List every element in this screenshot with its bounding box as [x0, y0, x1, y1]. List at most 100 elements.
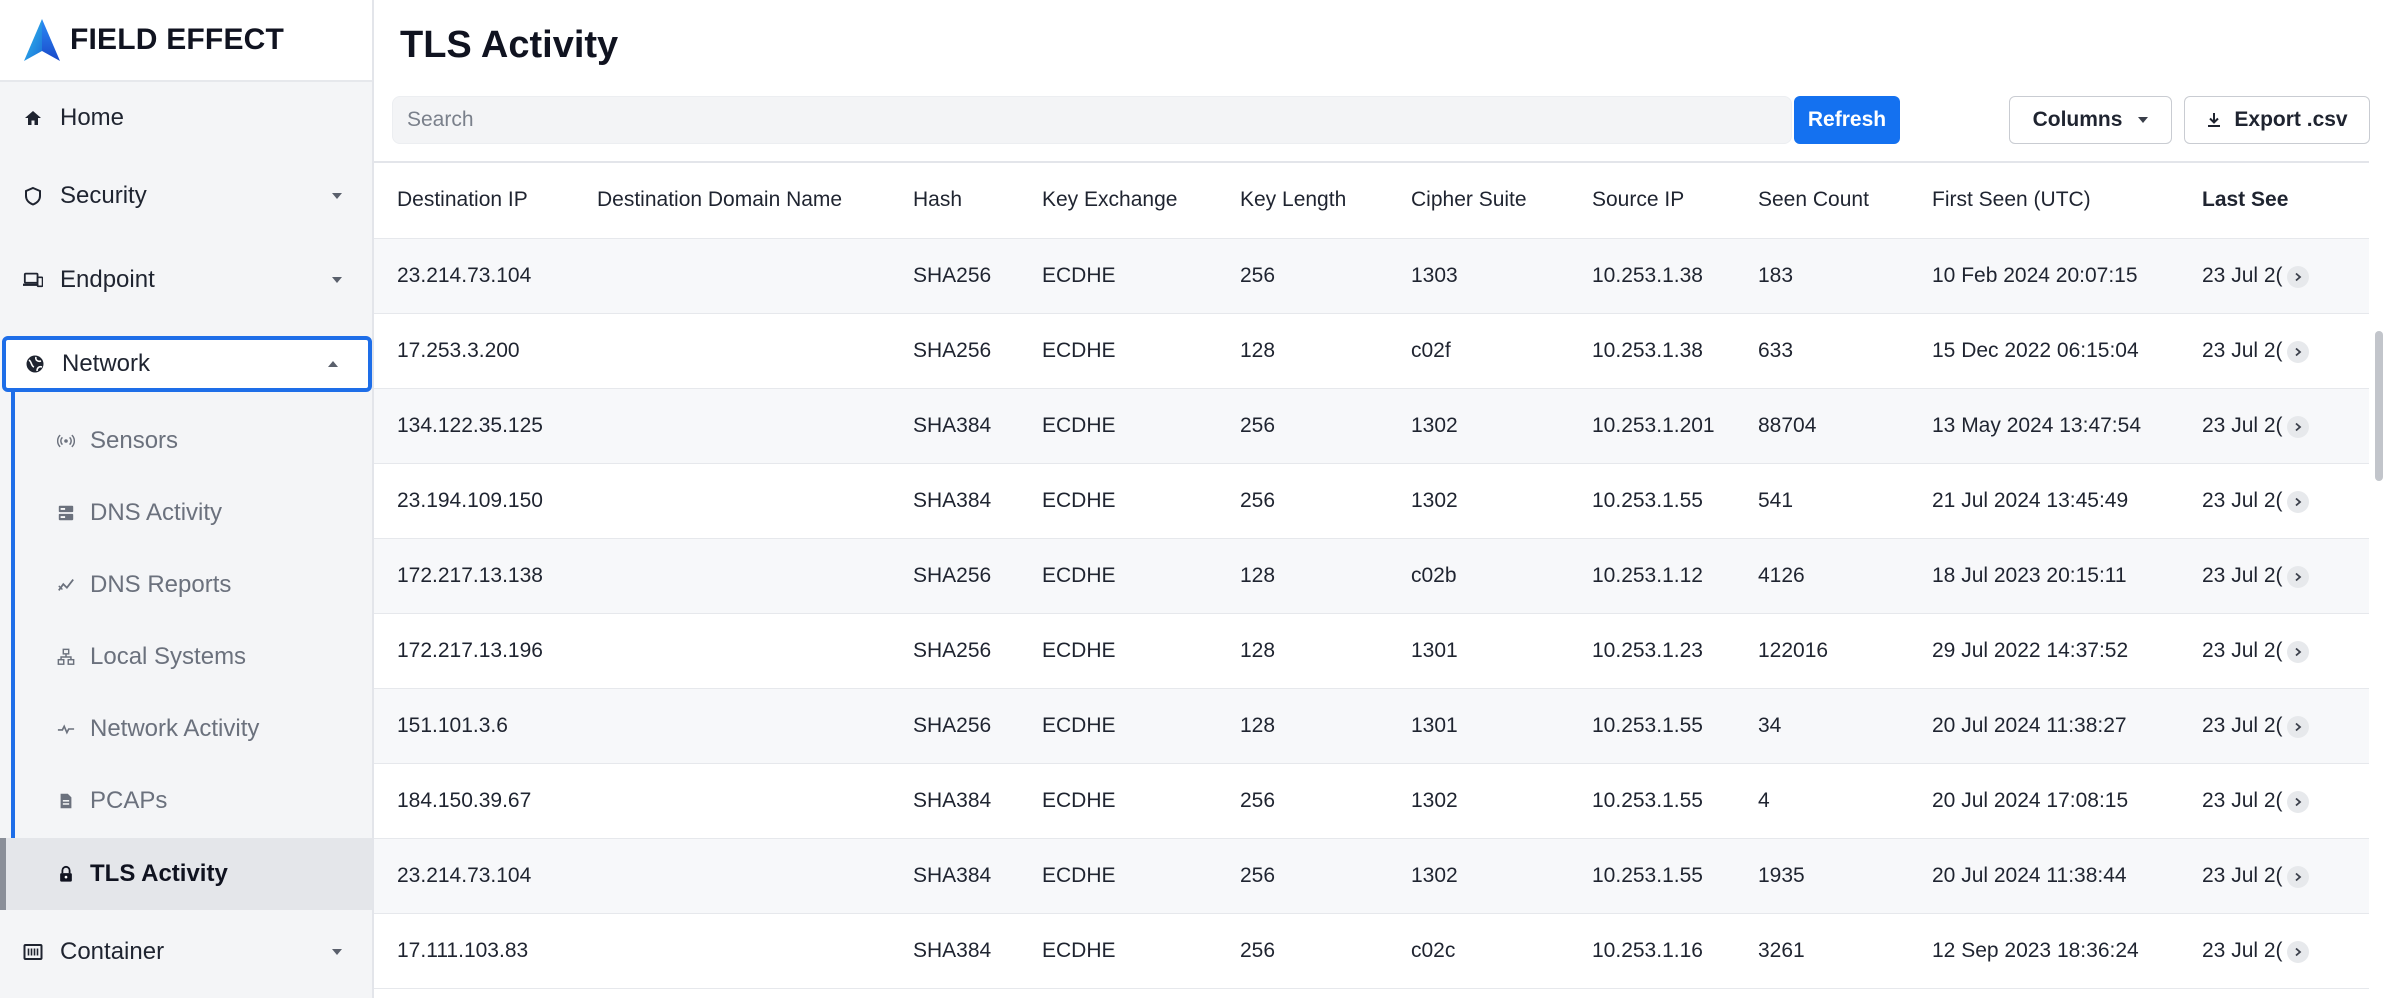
sidebar-item-tls-activity[interactable]: TLS Activity — [0, 838, 372, 910]
table-cell: 134.122.35.125 — [374, 388, 574, 464]
table-row[interactable]: 184.150.39.67 SHA384 ECDHE 256 1302 10.253.1.… — [374, 763, 2369, 839]
table-cell: SHA256 — [890, 313, 1019, 389]
refresh-button[interactable]: Refresh — [1794, 96, 1900, 144]
table-cell: 172.217.13.138 — [374, 538, 574, 614]
table-cell: 21 Jul 2024 13:45:49 — [1909, 463, 2179, 539]
table-cell: 1935 — [1735, 838, 1909, 914]
brand-logo[interactable]: FIELD EFFECT — [0, 0, 372, 82]
chevron-right-icon[interactable] — [2287, 940, 2309, 963]
table-cell: 23 Jul 2( — [2179, 538, 2369, 614]
table-row[interactable]: 172.217.13.138 SHA256 ECDHE 128 c02b 10.253.1… — [374, 538, 2369, 614]
table-row[interactable]: 134.122.35.125 SHA384 ECDHE 256 1302 10.253.1… — [374, 388, 2369, 464]
table-cell: 23 Jul 2( — [2179, 913, 2369, 989]
container-icon — [22, 941, 44, 963]
table-cell: ECDHE — [1019, 613, 1217, 689]
table-cell: 172.217.13.196 — [374, 613, 574, 689]
chevron-right-icon[interactable] — [2287, 565, 2309, 588]
column-header[interactable]: First Seen (UTC) — [1909, 163, 2179, 239]
column-header[interactable]: Key Length — [1217, 163, 1388, 239]
column-header[interactable]: Cipher Suite — [1388, 163, 1569, 239]
sidebar-item-dns-activity[interactable]: DNS Activity — [0, 484, 372, 542]
cell-text: 23 Jul 2( — [2202, 413, 2283, 437]
chevron-right-icon[interactable] — [2287, 340, 2309, 363]
sidebar-item-sensors[interactable]: Sensors — [0, 412, 372, 470]
tls-activity-table: Destination IP Destination Domain Name H… — [374, 161, 2369, 998]
table-cell: 10.253.1.55 — [1569, 463, 1735, 539]
table-cell: c02b — [1388, 538, 1569, 614]
chevron-right-icon[interactable] — [2287, 265, 2309, 288]
columns-button[interactable]: Columns — [2009, 96, 2172, 144]
table-cell: 20 Jul 2024 11:38:44 — [1909, 838, 2179, 914]
sidebar-item-network-activity[interactable]: Network Activity — [0, 700, 372, 758]
chevron-right-icon[interactable] — [2287, 490, 2309, 513]
table-cell: 10.253.1.23 — [1569, 613, 1735, 689]
search-input[interactable] — [392, 96, 1792, 144]
table-row[interactable]: 23.214.73.104 SHA384 ECDHE 256 1302 10.253.1.… — [374, 838, 2369, 914]
chevron-right-icon[interactable] — [2287, 415, 2309, 438]
column-header[interactable]: Key Exchange — [1019, 163, 1217, 239]
column-header-sorted[interactable]: Last See — [2179, 163, 2369, 239]
table-cell: 88704 — [1735, 388, 1909, 464]
chevron-right-icon[interactable] — [2287, 865, 2309, 888]
table-cell: SHA256 — [890, 688, 1019, 764]
vertical-scrollbar[interactable] — [2369, 161, 2387, 998]
table-cell: 23.214.73.104 — [374, 238, 574, 314]
table-cell: 10.253.1.201 — [1569, 388, 1735, 464]
sidebar-item-local-systems[interactable]: Local Systems — [0, 628, 372, 686]
sidebar-item-label: Security — [60, 182, 147, 209]
columns-button-label: Columns — [2032, 108, 2123, 131]
sidebar-item-label: Endpoint — [60, 266, 155, 293]
table-cell: 256 — [1217, 388, 1388, 464]
table-row[interactable]: 17.111.103.83 SHA384 ECDHE 256 c02c 10.253.1.… — [374, 913, 2369, 989]
table-cell — [574, 913, 890, 989]
column-header[interactable]: Destination Domain Name — [574, 163, 890, 239]
table-row[interactable]: 23.214.73.104 SHA256 ECDHE 256 1303 10.253.1.… — [374, 238, 2369, 314]
table-cell: 23.214.73.104 — [374, 838, 574, 914]
table-cell: 10.253.1.38 — [1569, 238, 1735, 314]
table-cell: 10.253.1.12 — [1569, 538, 1735, 614]
table-cell: 17.253.3.200 — [374, 313, 574, 389]
table-cell: 23 Jul 2( — [2179, 613, 2369, 689]
table-cell: 10.253.1.55 — [1569, 838, 1735, 914]
table-cell — [574, 238, 890, 314]
sidebar-item-endpoint[interactable]: Endpoint — [0, 252, 372, 308]
data-table: Destination IP Destination Domain Name H… — [374, 163, 2369, 989]
table-cell: ECDHE — [1019, 838, 1217, 914]
cell-text: 23 Jul 2( — [2202, 788, 2283, 812]
chevron-right-icon[interactable] — [2287, 715, 2309, 738]
table-cell: 20 Jul 2024 17:08:15 — [1909, 763, 2179, 839]
chevron-right-icon[interactable] — [2287, 640, 2309, 663]
sidebar-item-pcaps[interactable]: PCAPs — [0, 772, 372, 830]
table-cell: 256 — [1217, 838, 1388, 914]
lock-icon — [56, 864, 76, 884]
table-cell: 256 — [1217, 238, 1388, 314]
column-header[interactable]: Hash — [890, 163, 1019, 239]
table-row[interactable]: 23.194.109.150 SHA384 ECDHE 256 1302 10.253.1… — [374, 463, 2369, 539]
column-header[interactable]: Destination IP — [374, 163, 574, 239]
export-csv-button[interactable]: Export .csv — [2184, 96, 2370, 144]
table-row[interactable]: 151.101.3.6 SHA256 ECDHE 128 1301 10.253.1.55… — [374, 688, 2369, 764]
scrollbar-thumb[interactable] — [2375, 331, 2383, 481]
table-cell: 23 Jul 2( — [2179, 838, 2369, 914]
column-header[interactable]: Source IP — [1569, 163, 1735, 239]
sidebar-item-label: Home — [60, 104, 125, 131]
table-cell: 12 Sep 2023 18:36:24 — [1909, 913, 2179, 989]
table-row[interactable]: 17.253.3.200 SHA256 ECDHE 128 c02f 10.253.1.3… — [374, 313, 2369, 389]
cell-text: 23 Jul 2( — [2202, 938, 2283, 962]
table-row[interactable]: 172.217.13.196 SHA256 ECDHE 128 1301 10.253.1… — [374, 613, 2369, 689]
chevron-down-icon — [332, 949, 342, 955]
table-cell: 256 — [1217, 763, 1388, 839]
sidebar-item-home[interactable]: Home — [0, 90, 372, 146]
sidebar-subitem-label: DNS Activity — [90, 499, 223, 526]
table-cell: 23 Jul 2( — [2179, 763, 2369, 839]
sidebar-item-container[interactable]: Container — [0, 924, 372, 980]
cell-text: 23 Jul 2( — [2202, 263, 2283, 287]
sidebar-item-security[interactable]: Security — [0, 168, 372, 224]
table-cell: 122016 — [1735, 613, 1909, 689]
table-cell: ECDHE — [1019, 538, 1217, 614]
sidebar-item-dns-reports[interactable]: DNS Reports — [0, 556, 372, 614]
table-cell: ECDHE — [1019, 913, 1217, 989]
column-header[interactable]: Seen Count — [1735, 163, 1909, 239]
chevron-right-icon[interactable] — [2287, 790, 2309, 813]
sidebar-item-network[interactable]: Network — [2, 336, 372, 392]
